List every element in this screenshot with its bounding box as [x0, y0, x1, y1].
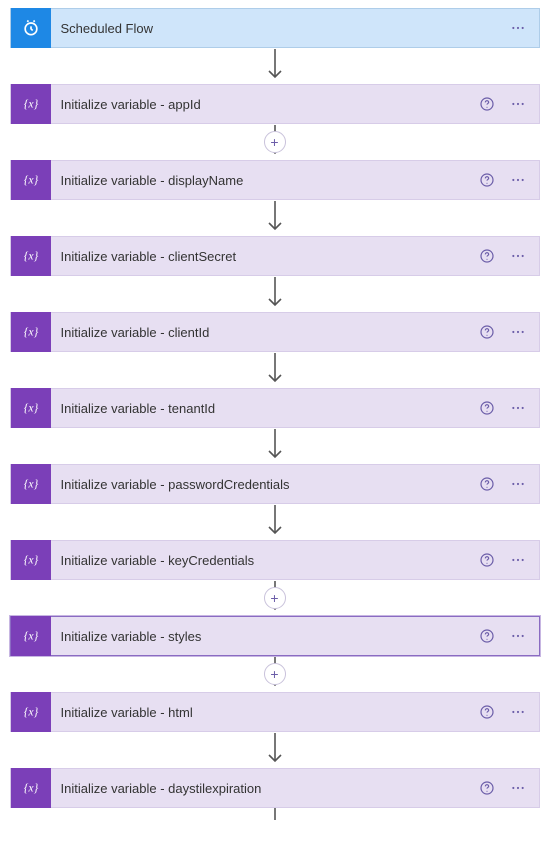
flow-step-card[interactable]: {x} Initialize variable - passwordCredent… [10, 464, 540, 504]
step-label: Initialize variable - keyCredentials [51, 553, 479, 568]
flow-step-card[interactable]: {x} Initialize variable - clientSecret [10, 236, 540, 276]
more-menu-icon[interactable] [509, 248, 527, 264]
svg-text:{x}: {x} [23, 705, 38, 718]
flow-connector [264, 428, 286, 464]
svg-text:{x}: {x} [23, 629, 38, 642]
more-menu-icon[interactable] [509, 324, 527, 340]
flow-step-card[interactable]: {x} Initialize variable - displayName [10, 160, 540, 200]
step-label: Initialize variable - styles [51, 629, 479, 644]
flow-connector [264, 732, 286, 768]
help-icon[interactable] [479, 400, 495, 416]
flow-step-card[interactable]: {x} Initialize variable - keyCredentials [10, 540, 540, 580]
clock-icon [11, 8, 51, 48]
flow-step-card[interactable]: {x} Initialize variable - tenantId [10, 388, 540, 428]
help-icon[interactable] [479, 552, 495, 568]
help-icon[interactable] [479, 476, 495, 492]
variable-icon: {x} [11, 464, 51, 504]
step-label: Initialize variable - clientId [51, 325, 479, 340]
flow-step-card[interactable]: {x} Initialize variable - html [10, 692, 540, 732]
variable-icon: {x} [11, 692, 51, 732]
variable-icon: {x} [11, 768, 51, 808]
variable-icon: {x} [11, 616, 51, 656]
flow-connector: + [264, 580, 286, 616]
help-icon[interactable] [479, 96, 495, 112]
flow-connector: + [264, 124, 286, 160]
help-icon[interactable] [479, 324, 495, 340]
flow-step-card[interactable]: {x} Initialize variable - clientId [10, 312, 540, 352]
more-menu-icon[interactable] [509, 20, 527, 36]
variable-icon: {x} [11, 236, 51, 276]
more-menu-icon[interactable] [509, 780, 527, 796]
flow-step-card[interactable]: {x} Initialize variable - appId [10, 84, 540, 124]
flow-connector: + [264, 656, 286, 692]
flow-connector [264, 276, 286, 312]
variable-icon: {x} [11, 388, 51, 428]
more-menu-icon[interactable] [509, 552, 527, 568]
flow-connector [264, 352, 286, 388]
help-icon[interactable] [479, 248, 495, 264]
step-label: Initialize variable - html [51, 705, 479, 720]
svg-text:{x}: {x} [23, 553, 38, 566]
step-label: Scheduled Flow [51, 21, 509, 36]
variable-icon: {x} [11, 312, 51, 352]
help-icon[interactable] [479, 780, 495, 796]
variable-icon: {x} [11, 540, 51, 580]
svg-text:{x}: {x} [23, 477, 38, 490]
add-step-button[interactable]: + [264, 663, 286, 685]
more-menu-icon[interactable] [509, 400, 527, 416]
svg-text:{x}: {x} [23, 781, 38, 794]
step-label: Initialize variable - appId [51, 97, 479, 112]
help-icon[interactable] [479, 628, 495, 644]
variable-icon: {x} [11, 84, 51, 124]
more-menu-icon[interactable] [509, 628, 527, 644]
svg-text:{x}: {x} [23, 325, 38, 338]
add-step-button[interactable]: + [264, 131, 286, 153]
help-icon[interactable] [479, 704, 495, 720]
flow-connector [264, 808, 286, 824]
svg-text:{x}: {x} [23, 97, 38, 110]
svg-text:{x}: {x} [23, 249, 38, 262]
variable-icon: {x} [11, 160, 51, 200]
more-menu-icon[interactable] [509, 172, 527, 188]
more-menu-icon[interactable] [509, 476, 527, 492]
flow-step-card[interactable]: {x} Initialize variable - styles [10, 616, 540, 656]
flow-step-card[interactable]: {x} Initialize variable - daystilexpirati… [10, 768, 540, 808]
flow-connector [264, 48, 286, 84]
flow-connector [264, 504, 286, 540]
step-label: Initialize variable - displayName [51, 173, 479, 188]
step-label: Initialize variable - daystilexpiration [51, 781, 479, 796]
step-label: Initialize variable - tenantId [51, 401, 479, 416]
more-menu-icon[interactable] [509, 96, 527, 112]
flow-step-card[interactable]: Scheduled Flow [10, 8, 540, 48]
flow-connector [264, 200, 286, 236]
step-label: Initialize variable - passwordCredential… [51, 477, 479, 492]
svg-text:{x}: {x} [23, 173, 38, 186]
help-icon[interactable] [479, 172, 495, 188]
svg-text:{x}: {x} [23, 401, 38, 414]
add-step-button[interactable]: + [264, 587, 286, 609]
step-label: Initialize variable - clientSecret [51, 249, 479, 264]
more-menu-icon[interactable] [509, 704, 527, 720]
